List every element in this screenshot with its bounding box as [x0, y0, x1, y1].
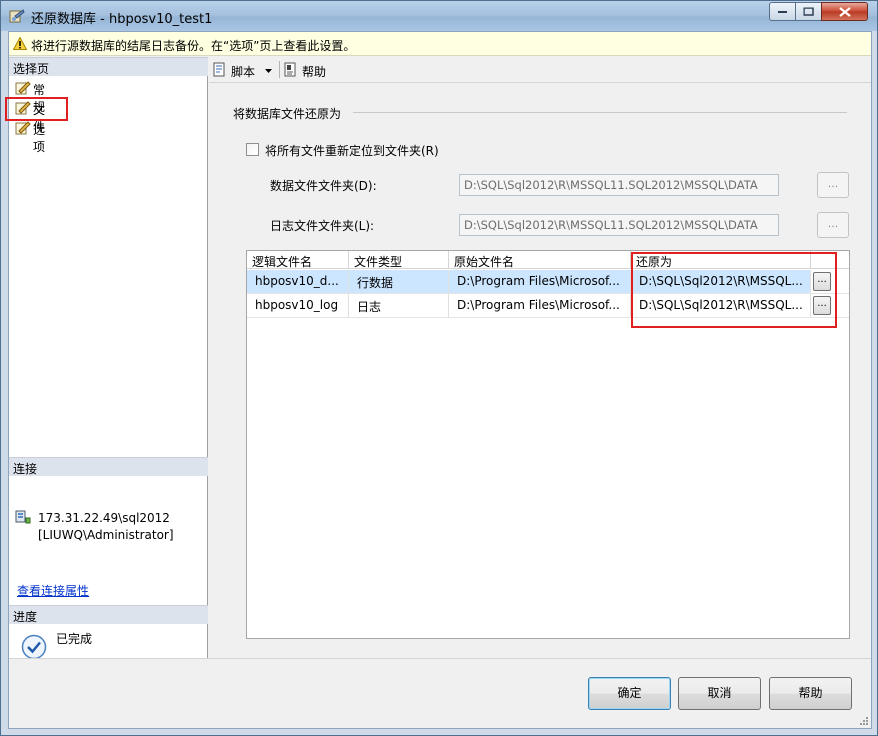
select-page-header: 选择页 [9, 57, 208, 76]
cell-file-type[interactable]: 日志 [349, 294, 449, 317]
log-folder-field: D:\SQL\Sql2012\R\MSSQL11.SQL2012\MSSQL\D… [459, 214, 779, 236]
column-header-file-type[interactable]: 文件类型 [349, 251, 449, 269]
maximize-icon [803, 7, 814, 16]
help-button[interactable]: 帮助 [769, 677, 852, 710]
files-grid: 逻辑文件名 文件类型 原始文件名 还原为 hbposv10_d... 行数据 D… [246, 250, 850, 639]
data-folder-field: D:\SQL\Sql2012\R\MSSQL11.SQL2012\MSSQL\D… [459, 174, 779, 196]
column-header-original-file-name[interactable]: 原始文件名 [449, 251, 631, 269]
script-button[interactable]: 脚本 [212, 61, 274, 79]
log-folder-browse-button: ... [817, 212, 849, 238]
progress-status: 已完成 [56, 632, 93, 646]
cell-logical-name[interactable]: hbposv10_log [247, 294, 349, 317]
maximize-button[interactable] [795, 2, 822, 21]
checkmark-icon [21, 634, 47, 660]
dialog-footer: 确定 取消 帮助 [9, 658, 871, 728]
cell-logical-name[interactable]: hbposv10_d... [247, 270, 349, 293]
page-icon [15, 81, 31, 95]
page-label-options: 选项 [33, 123, 46, 154]
connection-header: 连接 [9, 457, 208, 476]
column-header-logical-name[interactable]: 逻辑文件名 [247, 251, 349, 269]
group-divider [353, 112, 847, 113]
restore-app-icon [9, 9, 25, 23]
connection-user: [LIUWQ\Administrator] [38, 528, 174, 542]
view-connection-properties-link[interactable]: 查看连接属性 [17, 582, 89, 599]
log-folder-label: 日志文件文件夹(L): [270, 219, 375, 233]
right-panel: 脚本 帮助 将数据库文件还原为 将所有文件重新定位到文件夹(R) 数据文件文件夹… [209, 57, 871, 658]
restore-as-highlight-box [631, 252, 837, 328]
restore-database-window: 还原数据库 - hbposv10_test1 将进行源数据库的结尾日志备份。在“… [0, 0, 878, 736]
cell-file-type[interactable]: 行数据 [349, 270, 449, 293]
cell-original-file-name[interactable]: D:\Program Files\Microsof... [449, 294, 631, 317]
data-folder-label: 数据文件文件夹(D): [270, 179, 377, 193]
progress-header: 进度 [9, 605, 208, 624]
resize-grip-icon[interactable] [859, 716, 869, 726]
help-icon [284, 62, 296, 77]
ok-button[interactable]: 确定 [588, 677, 671, 710]
help-toolbar-button[interactable]: 帮助 [283, 61, 333, 79]
files-highlight-box [5, 97, 68, 121]
restore-files-group-title: 将数据库文件还原为 [233, 107, 342, 121]
script-label: 脚本 [231, 65, 256, 79]
window-title: 还原数据库 - hbposv10_test1 [31, 12, 213, 27]
close-button[interactable] [821, 2, 868, 21]
relocate-all-files-checkbox[interactable] [246, 143, 259, 156]
cell-original-file-name[interactable]: D:\Program Files\Microsof... [449, 270, 631, 293]
cancel-button[interactable]: 取消 [678, 677, 761, 710]
server-connection-icon [15, 510, 31, 524]
toolbar-separator [279, 61, 280, 78]
script-icon [213, 62, 225, 77]
minimize-button[interactable] [769, 2, 796, 21]
warning-triangle-icon [13, 37, 27, 50]
page-icon [15, 121, 31, 135]
data-folder-browse-button: ... [817, 172, 849, 198]
chevron-down-icon [265, 69, 272, 73]
toolbar: 脚本 帮助 [209, 57, 871, 83]
minimize-icon [777, 10, 787, 13]
connection-server: 173.31.22.49\sql2012 [38, 511, 170, 525]
left-panel: 选择页 常规 文件 选项 连接 173.31.22.49\sql2012 [LI… [5, 57, 208, 660]
warning-text: 将进行源数据库的结尾日志备份。在“选项”页上查看此设置。 [31, 39, 356, 53]
warning-banner: 将进行源数据库的结尾日志备份。在“选项”页上查看此设置。 [9, 32, 871, 56]
close-icon [838, 6, 851, 17]
help-toolbar-label: 帮助 [302, 65, 327, 79]
title-bar[interactable]: 还原数据库 - hbposv10_test1 [1, 1, 877, 31]
dialog-client: 将进行源数据库的结尾日志备份。在“选项”页上查看此设置。 选择页 常规 文件 选… [5, 31, 872, 729]
relocate-all-files-label[interactable]: 将所有文件重新定位到文件夹(R) [265, 142, 439, 159]
